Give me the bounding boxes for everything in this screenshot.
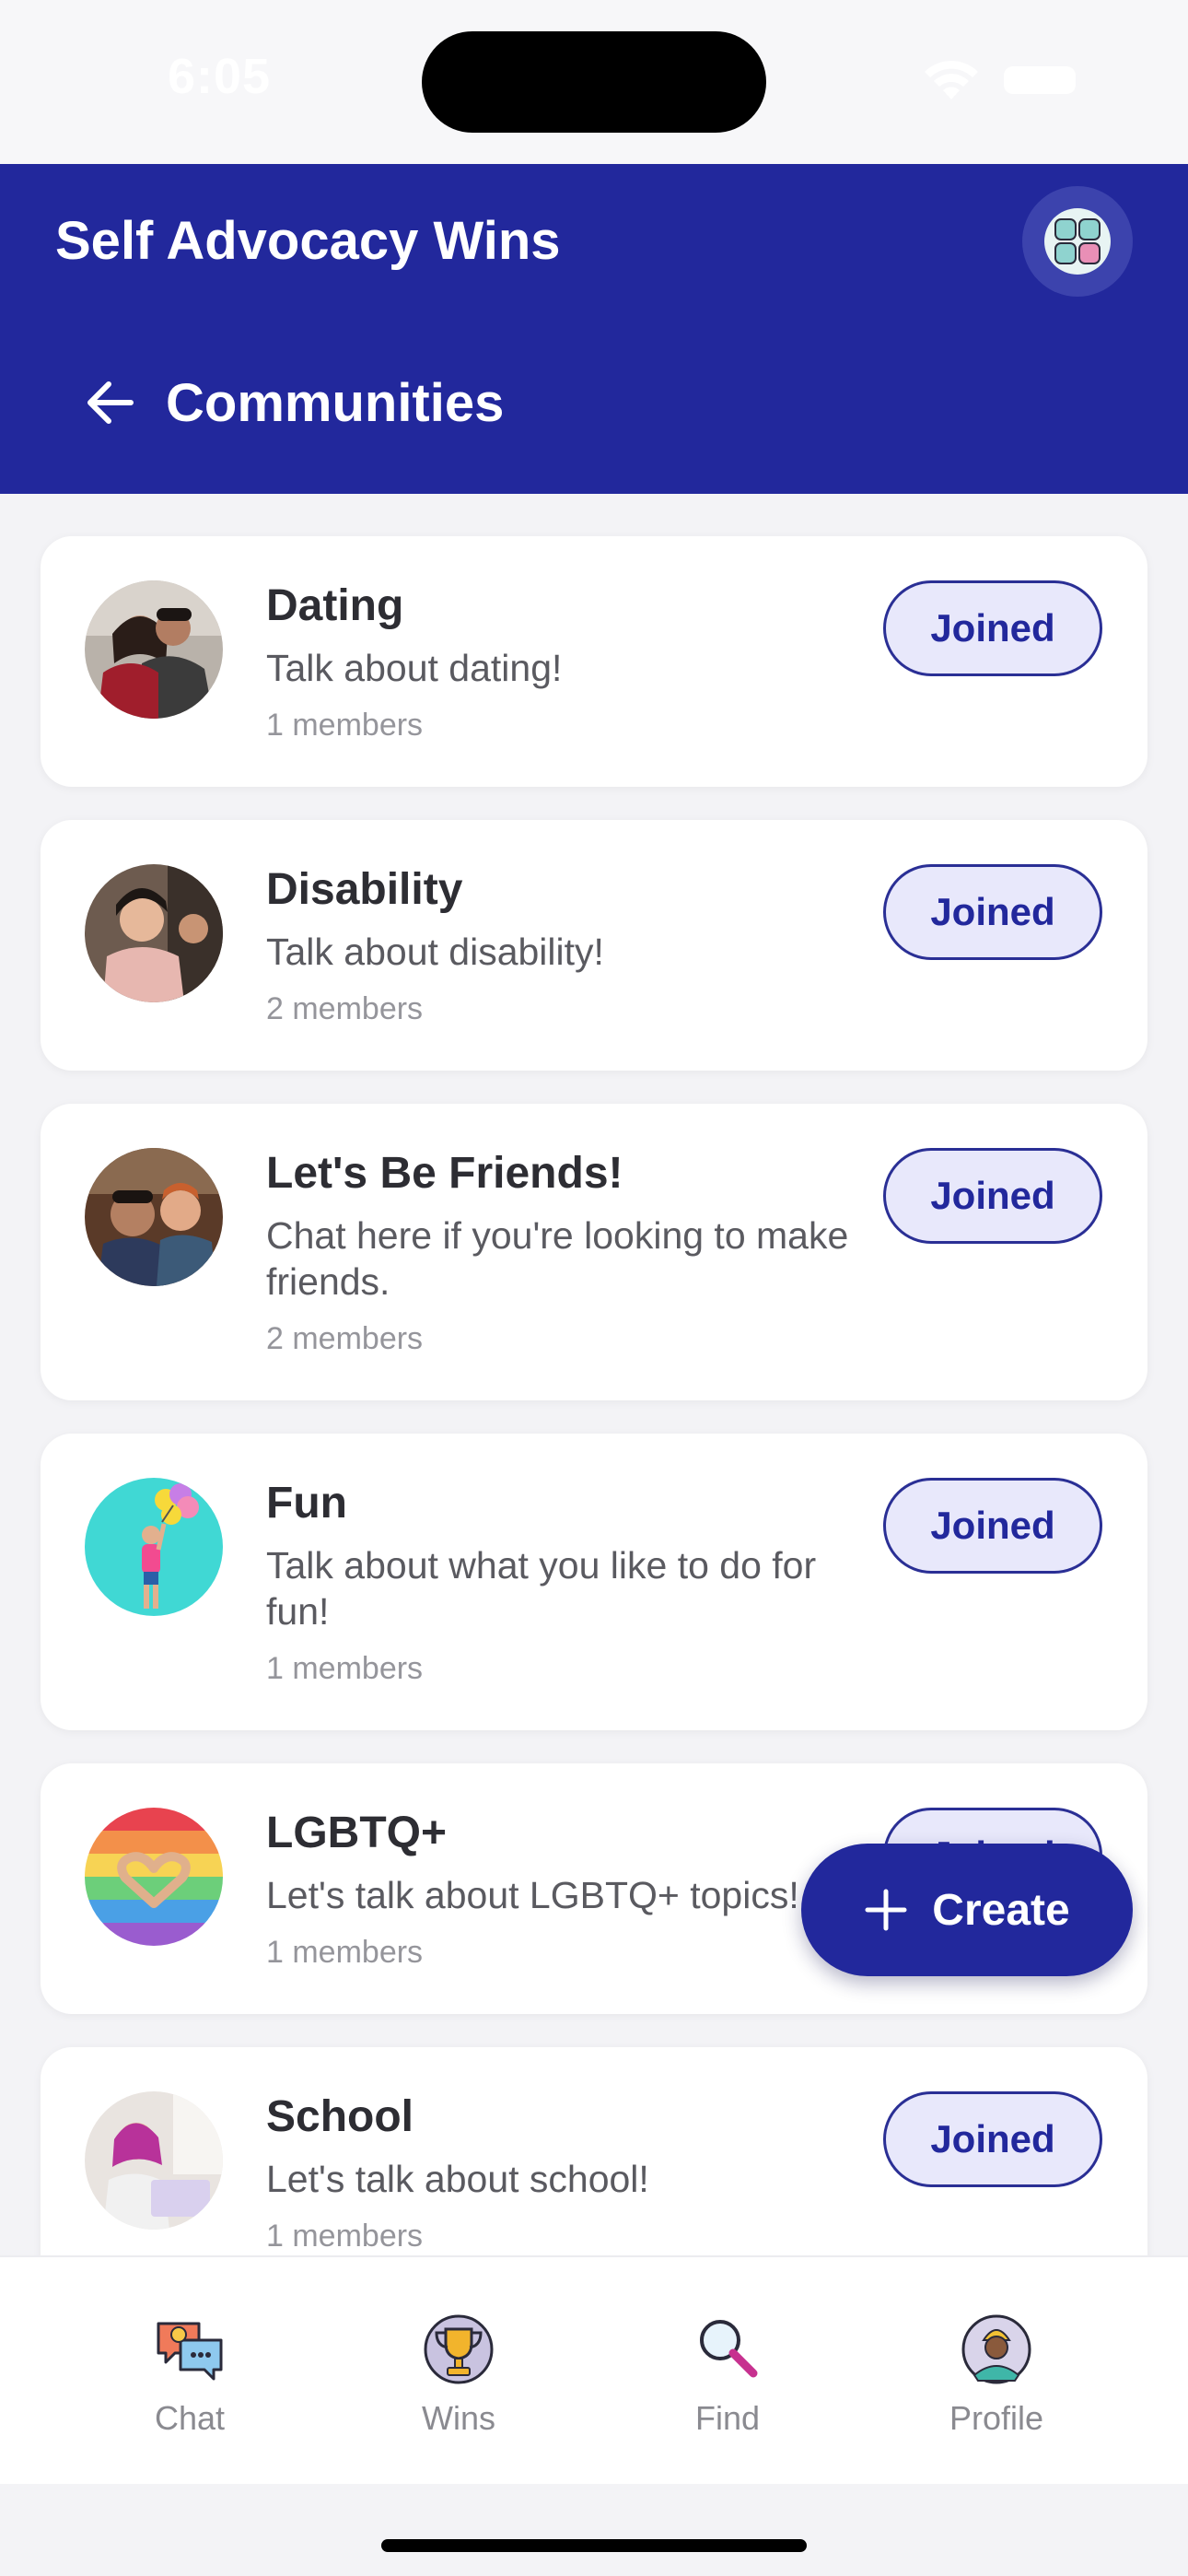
- community-description: Let's talk about LGBTQ+ topics!: [266, 1874, 799, 1916]
- app-logo-button[interactable]: [1022, 186, 1133, 297]
- chat-icon: [157, 2322, 223, 2381]
- community-avatar: [85, 1148, 223, 1286]
- tab-label: Profile: [949, 2399, 1044, 2437]
- create-button-label: Create: [932, 1885, 1070, 1935]
- app-logo-icon: [1044, 208, 1111, 275]
- community-card-fun[interactable]: Fun Talk about what you like to do for f…: [41, 1434, 1147, 1730]
- magnifier-icon: [700, 2320, 758, 2378]
- community-name: Let's Be Friends!: [266, 1149, 623, 1198]
- community-members: 1 members: [266, 2219, 424, 2254]
- profile-icon: [961, 2314, 1031, 2384]
- community-members: 2 members: [266, 1321, 424, 1356]
- tab-profile[interactable]: Profile: [904, 2313, 1089, 2441]
- battery-icon: [1004, 66, 1076, 94]
- wifi-icon: [925, 60, 978, 100]
- joined-button[interactable]: Joined: [883, 1478, 1102, 1574]
- community-card-friends[interactable]: Let's Be Friends! Chat here if you're lo…: [41, 1104, 1147, 1400]
- community-name: School: [266, 2092, 414, 2141]
- community-avatar: [85, 864, 223, 1002]
- community-description: Let's talk about school!: [266, 2158, 649, 2200]
- create-button[interactable]: Create: [801, 1844, 1133, 1976]
- community-members: 1 members: [266, 1651, 424, 1686]
- community-avatar: [85, 1808, 223, 1946]
- joined-button[interactable]: Joined: [883, 580, 1102, 676]
- joined-button[interactable]: Joined: [883, 1148, 1102, 1244]
- community-avatar: [85, 1478, 223, 1616]
- community-members: 2 members: [266, 991, 424, 1026]
- community-name: Disability: [266, 865, 463, 914]
- app-header: Self Advocacy Wins Communities: [0, 164, 1188, 494]
- home-indicator[interactable]: [381, 2539, 807, 2552]
- status-bar: 6:05: [0, 0, 1188, 164]
- bottom-tab-bar: Chat Wins Find Profile: [0, 2255, 1188, 2484]
- tab-label: Find: [694, 2399, 761, 2437]
- tab-find[interactable]: Find: [635, 2313, 820, 2441]
- tab-wins[interactable]: Wins: [367, 2313, 551, 2441]
- community-card-dating[interactable]: Dating Talk about dating! 1 members Join…: [41, 536, 1147, 787]
- joined-button[interactable]: Joined: [883, 864, 1102, 960]
- community-name: LGBTQ+: [266, 1809, 448, 1857]
- joined-button[interactable]: Joined: [883, 2091, 1102, 2187]
- community-description: Talk about what you like to do for fun!: [266, 1544, 817, 1633]
- community-name: Fun: [266, 1479, 347, 1528]
- back-arrow-icon[interactable]: [81, 374, 138, 431]
- community-members: 1 members: [266, 1935, 424, 1970]
- community-card-disability[interactable]: Disability Talk about disability! 2 memb…: [41, 820, 1147, 1071]
- tab-label: Wins: [422, 2399, 495, 2437]
- dynamic-island: [422, 31, 766, 133]
- screen: 6:05 Self Advocacy Wins Communities Dati…: [0, 0, 1188, 2576]
- tab-label: Chat: [154, 2399, 226, 2437]
- community-avatar: [85, 580, 223, 719]
- community-description: Talk about disability!: [266, 931, 604, 973]
- community-description: Chat here if you're looking to make frie…: [266, 1214, 849, 1303]
- trophy-icon: [424, 2314, 494, 2384]
- community-avatar: [85, 2091, 223, 2230]
- community-members: 1 members: [266, 708, 424, 743]
- app-title: Self Advocacy Wins: [55, 211, 561, 271]
- page-title: Communities: [166, 373, 505, 433]
- community-name: Dating: [266, 581, 404, 630]
- community-description: Talk about dating!: [266, 647, 563, 689]
- plus-icon: [865, 1889, 907, 1931]
- tab-chat[interactable]: Chat: [98, 2313, 282, 2441]
- status-time: 6:05: [168, 49, 272, 104]
